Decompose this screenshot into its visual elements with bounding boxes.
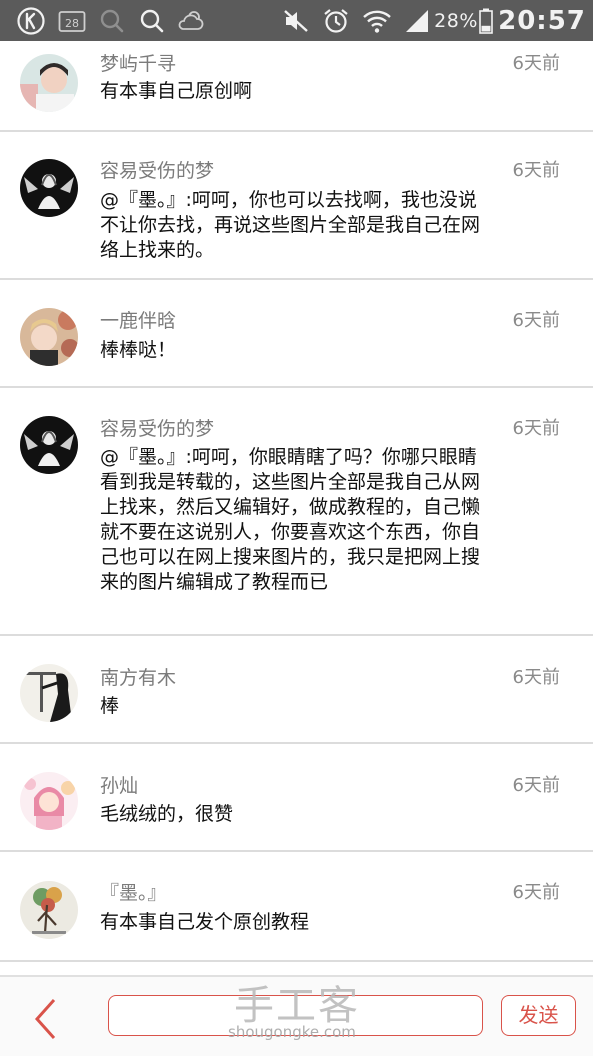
status-bar: 28 28% 20:57 xyxy=(0,0,593,41)
comment-author[interactable]: 『墨。』 xyxy=(100,881,167,905)
comment-author[interactable]: 一鹿伴晗 xyxy=(100,309,176,333)
comment-input-bar: 手工客 shougongke.com 发送 xyxy=(0,975,593,1056)
comment-time: 6天前 xyxy=(512,775,560,796)
avatar[interactable] xyxy=(20,416,78,474)
comment-author[interactable]: 容易受伤的梦 xyxy=(100,417,214,441)
avatar[interactable] xyxy=(20,772,78,830)
avatar[interactable] xyxy=(20,664,78,722)
clock: 20:57 xyxy=(498,5,586,36)
comment-text: @『墨。』:呵呵，你眼睛瞎了吗？你哪只眼睛看到我是转载的，这些图片全部是我自己从… xyxy=(100,446,481,593)
comment-time: 6天前 xyxy=(512,418,560,439)
avatar[interactable] xyxy=(20,159,78,217)
comment-text: 棒棒哒！ xyxy=(100,339,177,361)
weather-icon xyxy=(174,0,208,41)
avatar[interactable] xyxy=(20,54,78,112)
comment-item: 容易受伤的梦 6天前 @『墨。』:呵呵，你眼睛瞎了吗？你哪只眼睛看到我是转载的，… xyxy=(0,388,593,636)
avatar-dark-angel-icon xyxy=(20,159,78,217)
comment-time: 6天前 xyxy=(512,160,560,181)
comment-author[interactable]: 南方有木 xyxy=(100,666,176,690)
comment-time: 6天前 xyxy=(512,310,560,331)
comment-time: 6天前 xyxy=(512,882,560,903)
comment-item: 孙灿 6天前 毛绒绒的，很赞 xyxy=(0,744,593,852)
comment-time: 6天前 xyxy=(512,53,560,74)
avatar-boy-photo-icon xyxy=(20,54,78,112)
comment-author[interactable]: 梦屿千寻 xyxy=(100,52,176,76)
comment-item: 容易受伤的梦 6天前 @『墨。』:呵呵，你也可以去找啊，我也没说不让你去找，再说… xyxy=(0,132,593,280)
battery-icon xyxy=(477,0,495,41)
comment-item: 一鹿伴晗 6天前 棒棒哒！ xyxy=(0,280,593,388)
wifi-icon xyxy=(360,0,394,41)
back-arrow-icon xyxy=(34,998,56,1040)
avatar-anime-girl-icon xyxy=(20,772,78,830)
alarm-icon xyxy=(320,0,352,41)
comment-text: 棒 xyxy=(100,695,120,717)
comment-text: @『墨。』:呵呵，你也可以去找啊，我也没说不让你去找，再说这些图片全部是我自己在… xyxy=(100,189,481,261)
comment-time: 6天前 xyxy=(512,667,560,688)
avatar-tree-icon xyxy=(20,881,78,939)
avatar[interactable] xyxy=(20,308,78,366)
signal-icon xyxy=(402,0,432,41)
calendar-icon: 28 xyxy=(56,0,88,41)
comment-text: 有本事自己发个原创教程 xyxy=(100,911,310,933)
comment-author[interactable]: 容易受伤的梦 xyxy=(100,159,214,183)
search-icon xyxy=(136,0,168,41)
comment-text: 毛绒绒的，很赞 xyxy=(100,803,234,825)
avatar-silhouette-icon xyxy=(20,664,78,722)
comment-author[interactable]: 孙灿 xyxy=(100,774,138,798)
avatar-boy-flowers-icon xyxy=(20,308,78,366)
comment-item: 南方有木 6天前 棒 xyxy=(0,636,593,744)
avatar-dark-angel-icon xyxy=(20,416,78,474)
comment-text: 有本事自己原创啊 xyxy=(100,80,253,102)
comment-item: 梦屿千寻 6天前 有本事自己原创啊 xyxy=(0,41,593,132)
battery-percent: 28% xyxy=(434,9,478,32)
mute-icon xyxy=(280,0,312,41)
calendar-day: 28 xyxy=(65,17,79,30)
comment-item: 『墨。』 6天前 有本事自己发个原创教程 xyxy=(0,852,593,962)
send-button[interactable]: 发送 xyxy=(501,995,576,1036)
search-icon-faded xyxy=(96,0,128,41)
k-app-icon xyxy=(14,0,48,41)
back-button[interactable] xyxy=(30,997,62,1041)
watermark-url: shougongke.com xyxy=(228,1023,356,1041)
avatar[interactable] xyxy=(20,881,78,939)
